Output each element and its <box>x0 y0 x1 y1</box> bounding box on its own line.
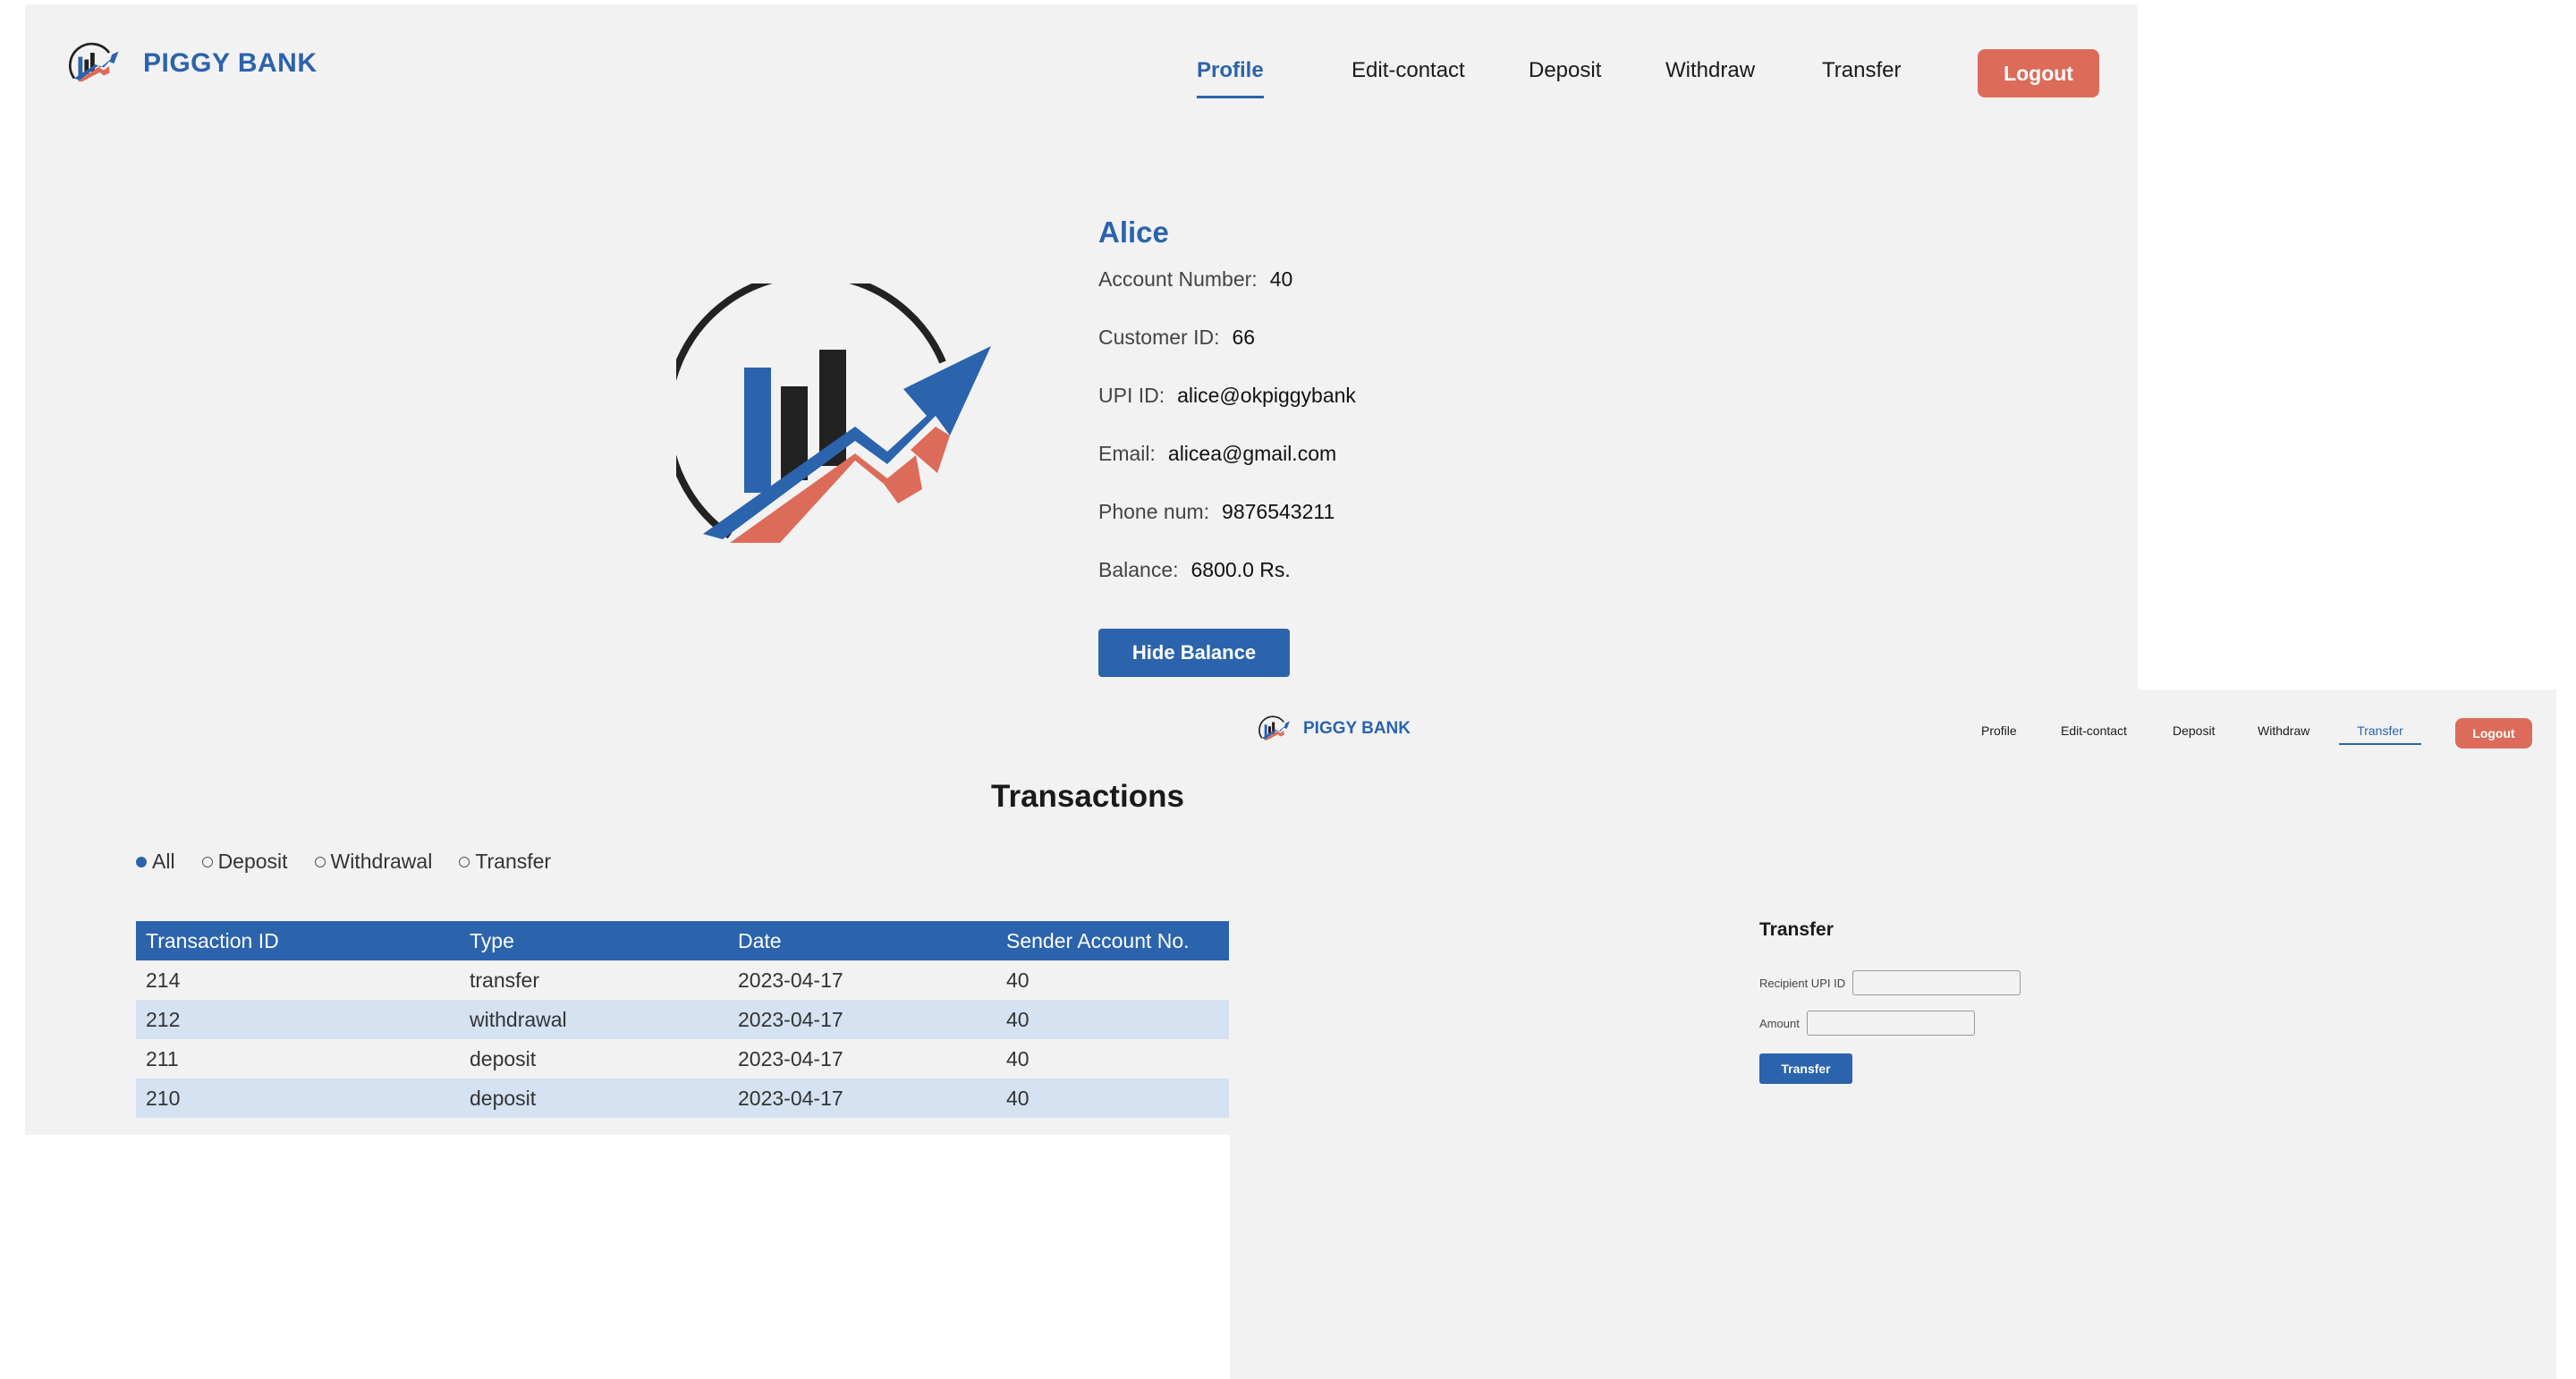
filter-all[interactable]: All <box>136 850 175 874</box>
profile-card: Alice Account Number: 40 Customer ID: 66 U… <box>1098 216 1356 677</box>
table-row: 210 deposit 2023-04-17 40 <box>136 1079 1229 1118</box>
user-name: Alice <box>1098 216 1169 249</box>
table-cell: deposit <box>470 1046 537 1070</box>
phone-row: Phone num: 9876543211 <box>1098 500 1356 525</box>
table-row: 212 withdrawal 2023-04-17 40 <box>136 1000 1229 1039</box>
nav-edit-contact[interactable]: Edit-contact <box>2061 723 2127 743</box>
transfer-form-title: Transfer <box>1759 919 1834 940</box>
transactions-title: Transactions <box>991 779 1184 814</box>
table-cell: 214 <box>146 968 181 992</box>
table-cell: 40 <box>996 1000 1229 1039</box>
nav-deposit[interactable]: Deposit <box>1529 58 1601 96</box>
table-cell: 2023-04-17 <box>738 1046 843 1070</box>
filter-label: All <box>152 850 175 873</box>
nav-profile[interactable]: Profile <box>1197 58 1264 98</box>
column-header: Type <box>460 921 728 960</box>
phone-value: 9876543211 <box>1222 500 1335 523</box>
header-logo[interactable]: PIGGY BANK <box>1257 715 1411 743</box>
filter-label: Transfer <box>475 850 552 873</box>
column-header: Sender Account No. <box>996 921 1229 960</box>
account-number-label: Account Number: <box>1098 267 1258 291</box>
table-cell: 212 <box>136 1000 460 1039</box>
transfer-window: PIGGY BANK Profile Edit-contact Deposit … <box>1230 690 2556 1379</box>
transaction-filters: All Deposit Withdrawal Transfer <box>136 850 578 874</box>
radio-icon[interactable] <box>314 856 326 867</box>
nav-edit-contact[interactable]: Edit-contact <box>1352 58 1465 96</box>
nav-withdraw[interactable]: Withdraw <box>1665 58 1755 96</box>
recipient-upi-input[interactable] <box>1852 970 2021 995</box>
filter-deposit[interactable]: Deposit <box>201 850 288 874</box>
customer-id-label: Customer ID: <box>1098 326 1220 349</box>
table-cell: 40 <box>1006 1046 1030 1070</box>
balance-value: 6800.0 Rs. <box>1191 558 1291 581</box>
amount-label: Amount <box>1759 1016 1800 1030</box>
amount-input[interactable] <box>1806 1011 1975 1036</box>
table-cell: deposit <box>460 1079 728 1118</box>
balance-label: Balance: <box>1098 558 1179 581</box>
transactions-table: Transaction ID Type Date Sender Account … <box>136 921 1229 1118</box>
logout-button[interactable]: Logout <box>2455 718 2532 749</box>
email-row: Email: alicea@gmail.com <box>1098 442 1356 467</box>
radio-icon[interactable] <box>459 856 470 867</box>
customer-id-value: 66 <box>1232 326 1256 349</box>
table-cell: 2023-04-17 <box>728 1079 996 1118</box>
filter-label: Deposit <box>217 850 288 873</box>
filter-label: Withdrawal <box>330 850 433 873</box>
nav-transfer[interactable]: Transfer <box>2339 723 2421 745</box>
table-cell: 2023-04-17 <box>738 968 843 992</box>
table-cell: 210 <box>136 1079 460 1118</box>
table-cell: withdrawal <box>460 1000 728 1039</box>
chart-growth-logo-icon <box>1258 715 1290 740</box>
upi-id-row: UPI ID: alice@okpiggybank <box>1098 384 1356 409</box>
table-cell: 211 <box>146 1046 179 1070</box>
chart-growth-logo-icon <box>664 271 991 543</box>
balance-row: Balance: 6800.0 Rs. <box>1098 558 1356 583</box>
recipient-upi-row: Recipient UPI ID <box>1759 970 2021 995</box>
radio-icon[interactable] <box>201 856 213 867</box>
nav-profile[interactable]: Profile <box>1981 723 2017 743</box>
table-row: 211 deposit 2023-04-17 40 <box>136 1039 1229 1079</box>
email-value: alicea@gmail.com <box>1167 442 1337 465</box>
recipient-upi-label: Recipient UPI ID <box>1759 976 1846 990</box>
transfer-submit-button[interactable]: Transfer <box>1759 1053 1852 1084</box>
nav-transfer[interactable]: Transfer <box>1822 58 1901 96</box>
customer-id-row: Customer ID: 66 <box>1098 326 1356 351</box>
table-cell: 40 <box>996 1079 1229 1118</box>
brand-name: PIGGY BANK <box>1303 719 1411 738</box>
upi-id-label: UPI ID: <box>1098 384 1165 407</box>
account-number-value: 40 <box>1269 267 1293 291</box>
radio-selected-icon[interactable] <box>136 856 147 867</box>
table-cell: 2023-04-17 <box>728 1000 996 1039</box>
upi-id-value: alice@okpiggybank <box>1177 384 1356 407</box>
amount-row: Amount <box>1759 1011 1975 1036</box>
table-row: 214 transfer 2023-04-17 40 <box>136 960 1229 1000</box>
column-header: Date <box>728 921 996 960</box>
email-label: Email: <box>1098 442 1156 465</box>
nav-deposit[interactable]: Deposit <box>2173 723 2215 743</box>
main-nav: Profile Edit-contact Deposit Withdraw Tr… <box>25 51 2138 105</box>
table-cell: 40 <box>1006 968 1030 992</box>
filter-withdrawal[interactable]: Withdrawal <box>314 850 433 874</box>
table-cell: transfer <box>470 968 539 992</box>
profile-logo <box>664 271 1016 547</box>
table-header-row: Transaction ID Type Date Sender Account … <box>136 921 1229 960</box>
logout-button[interactable]: Logout <box>1978 49 2099 97</box>
filter-transfer[interactable]: Transfer <box>459 850 551 874</box>
phone-label: Phone num: <box>1098 500 1210 523</box>
account-number-row: Account Number: 40 <box>1098 267 1356 292</box>
column-header: Transaction ID <box>136 921 460 960</box>
nav-withdraw[interactable]: Withdraw <box>2258 723 2309 743</box>
hide-balance-button[interactable]: Hide Balance <box>1098 629 1290 677</box>
